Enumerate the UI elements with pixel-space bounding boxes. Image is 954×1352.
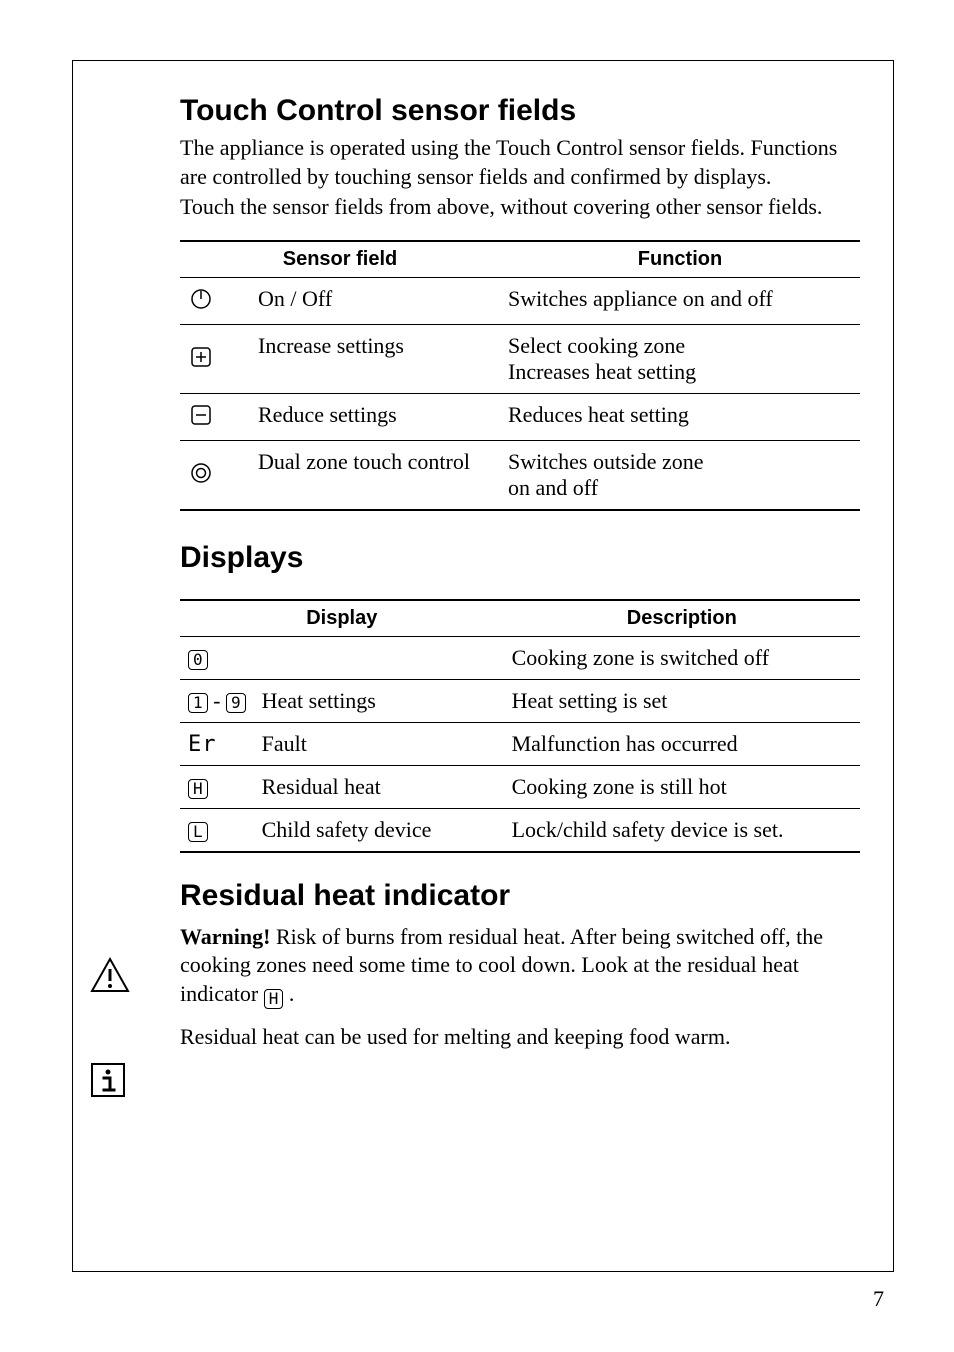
sensor-label: Increase settings [250,324,500,393]
display-label: Heat settings [254,679,504,722]
seg-9-icon: 9 [226,693,246,713]
warning-tail: . [283,981,294,1006]
displays-heading: Displays [180,541,860,575]
display-row: L Child safety device Lock/child safety … [180,808,860,852]
display-label: Fault [254,722,504,765]
seg-0-icon: 0 [188,650,208,670]
sensor-table: Sensor field Function On / Off Switches … [180,240,860,511]
residual-heading: Residual heat indicator [180,879,860,913]
page: Touch Control sensor fields The applianc… [0,0,954,1352]
display-desc: Cooking zone is still hot [504,765,860,808]
warning-icon [90,955,130,995]
warning-paragraph: Warning! Risk of burns from residual hea… [180,923,860,1009]
display-row: 1 - 9 Heat settings Heat setting is set [180,679,860,722]
content-column: Touch Control sensor fields The applianc… [180,94,860,1054]
seg-h-inline-icon: H [264,989,284,1009]
touch-heading: Touch Control sensor fields [180,94,860,128]
touch-para-1: The appliance is operated using the Touc… [180,134,860,191]
seg-h-icon: H [188,779,208,799]
margin-warning-icon [90,955,140,1000]
touch-para-2: Touch the sensor fields from above, with… [180,193,860,222]
displays-th-1: Display [180,600,504,637]
dualzone-icon [188,460,214,486]
display-desc: Heat setting is set [504,679,860,722]
sensor-label: Reduce settings [250,393,500,440]
sensor-row: On / Off Switches appliance on and off [180,277,860,324]
minus-icon [188,402,214,428]
sensor-func: Select cooking zone Increases heat setti… [500,324,860,393]
displays-th-2: Description [504,600,860,637]
plus-icon [188,344,214,370]
dash: - [208,688,226,713]
display-desc: Lock/child safety device is set. [504,808,860,852]
sensor-th-1: Sensor field [180,241,500,278]
sensor-row: Dual zone touch control Switches outside… [180,440,860,510]
sensor-func: Switches outside zone on and off [500,440,860,510]
display-row: Er Fault Malfunction has occurred [180,722,860,765]
sensor-label: Dual zone touch control [250,440,500,510]
warning-label: Warning! [180,924,270,949]
sensor-func: Switches appliance on and off [500,277,860,324]
sensor-row: Reduce settings Reduces heat setting [180,393,860,440]
sensor-label: On / Off [250,277,500,324]
sensor-func: Reduces heat setting [500,393,860,440]
display-label: Child safety device [254,808,504,852]
display-desc: Cooking zone is switched off [504,636,860,679]
info-icon [90,1062,126,1098]
display-row: 0 Cooking zone is switched off [180,636,860,679]
seg-l-icon: L [188,822,208,842]
sensor-row: Increase settings Select cooking zone In… [180,324,860,393]
seg-1-icon: 1 [188,693,208,713]
displays-table: Display Description 0 Cooking zone is sw… [180,599,860,853]
margin-info-icon [90,1062,140,1103]
info-paragraph: Residual heat can be used for melting an… [180,1023,860,1052]
display-row: H Residual heat Cooking zone is still ho… [180,765,860,808]
power-icon [188,286,214,312]
display-label: Residual heat [254,765,504,808]
sensor-th-2: Function [500,241,860,278]
er-icon: Er [188,732,217,757]
display-label [254,636,504,679]
display-desc: Malfunction has occurred [504,722,860,765]
page-number: 7 [873,1286,884,1312]
